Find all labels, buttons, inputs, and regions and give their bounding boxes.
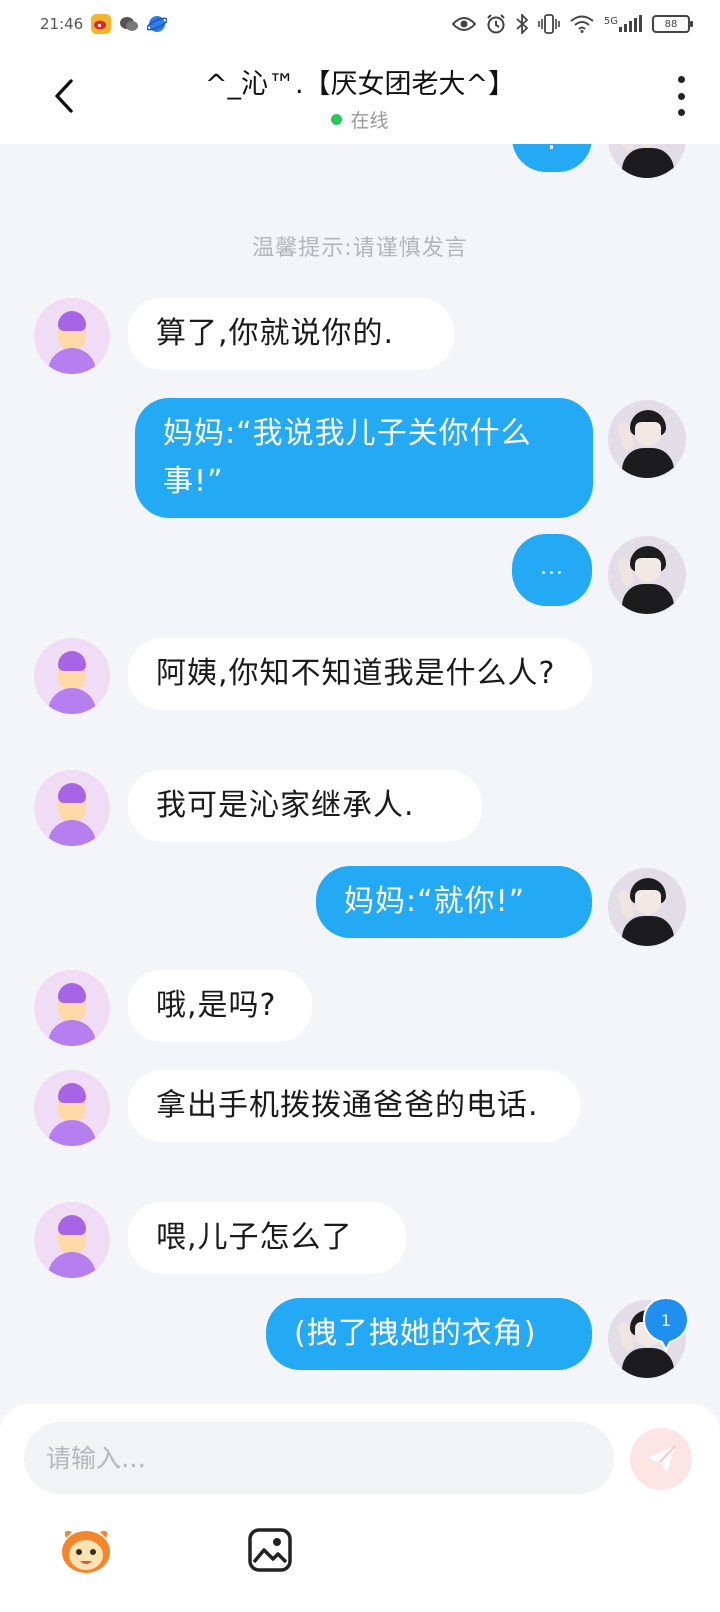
online-status-label: 在线	[350, 110, 389, 132]
status-bar: 21:46 5G 88	[0, 0, 720, 48]
online-status: 在线	[0, 106, 720, 133]
status-time: 21:46	[40, 15, 84, 33]
avatar[interactable]	[34, 770, 110, 846]
image-button[interactable]	[246, 1526, 294, 1574]
avatar[interactable]	[34, 638, 110, 714]
message-list[interactable]: ! 温馨提示:请谨慎发言 算了,你就说你的. 妈妈:“我说我儿子关你什么事!” …	[0, 144, 720, 1404]
browser-icon	[147, 14, 168, 34]
message-bubble-outgoing: 妈妈:“我说我儿子关你什么事!”	[135, 398, 593, 518]
status-left: 21:46	[40, 14, 168, 34]
unread-badge[interactable]: 1	[642, 1296, 690, 1353]
status-right: 5G 88	[451, 14, 693, 34]
message-bubble-outgoing: !	[512, 144, 592, 172]
avatar[interactable]	[608, 400, 686, 478]
partial-message-text: !	[545, 144, 558, 157]
message-bubble-incoming: 算了,你就说你的.	[128, 298, 454, 370]
input-bar	[0, 1404, 720, 1612]
eye-icon	[451, 17, 476, 31]
message-bubble-incoming: 哦,是吗?	[128, 970, 312, 1042]
chat-title: ^_沁™.【厌女团老大^】	[204, 69, 516, 100]
weibo-icon	[91, 14, 112, 34]
emoji-icon	[62, 1530, 110, 1573]
online-dot-icon	[331, 114, 343, 125]
avatar[interactable]	[608, 144, 686, 178]
emoji-button[interactable]	[58, 1524, 114, 1576]
message-bubble-outgoing: (拽了拽她的衣角)	[266, 1298, 592, 1370]
battery-level: 88	[664, 18, 678, 30]
send-icon	[647, 1445, 676, 1472]
signal-icon: 5G	[603, 15, 642, 32]
avatar[interactable]	[608, 868, 686, 946]
system-notice: 温馨提示:请谨慎发言	[252, 236, 468, 261]
battery-icon: 88	[652, 15, 693, 33]
network-type: 5G	[603, 16, 618, 27]
bluetooth-icon	[516, 14, 528, 34]
send-button[interactable]	[630, 1428, 692, 1490]
alarm-icon	[487, 14, 505, 34]
message-bubble-incoming: 拿出手机拨拨通爸爸的电话.	[128, 1070, 580, 1142]
message-input[interactable]	[24, 1422, 614, 1494]
chat-header: ^_沁™.【厌女团老大^】 在线	[0, 48, 720, 144]
vibrate-icon	[538, 14, 560, 34]
more-button[interactable]	[674, 76, 688, 116]
message-bubble-incoming: 我可是沁家继承人.	[128, 770, 482, 842]
image-icon	[248, 1528, 292, 1572]
message-bubble-outgoing: ...	[512, 534, 592, 606]
more-icon	[677, 76, 685, 83]
avatar[interactable]	[34, 1070, 110, 1146]
wechat-icon	[119, 14, 139, 34]
wifi-icon	[570, 15, 594, 33]
message-bubble-outgoing: 妈妈:“就你!”	[316, 866, 592, 938]
badge-count: 1	[661, 1311, 671, 1330]
avatar[interactable]	[608, 536, 686, 614]
signal-bars	[619, 15, 642, 32]
avatar[interactable]	[34, 970, 110, 1046]
message-bubble-incoming: 阿姨,你知不知道我是什么人?	[128, 638, 592, 710]
avatar[interactable]	[34, 1202, 110, 1278]
avatar[interactable]	[34, 298, 110, 374]
message-bubble-incoming: 喂,儿子怎么了	[128, 1202, 406, 1274]
